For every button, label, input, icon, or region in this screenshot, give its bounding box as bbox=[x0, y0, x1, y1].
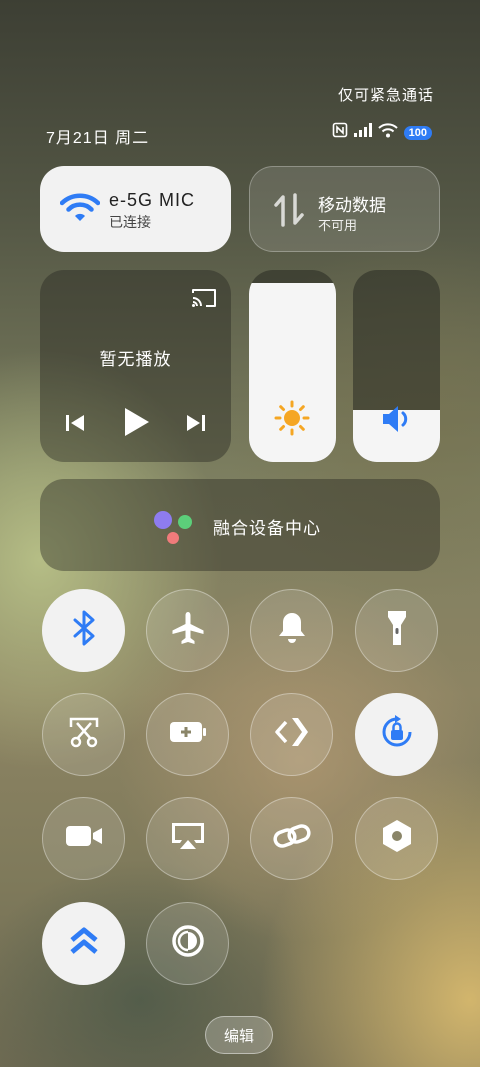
wifi-ssid: e-5G MIC bbox=[109, 190, 196, 210]
status-icons: 100 bbox=[332, 122, 432, 143]
toggle-screen-cast[interactable] bbox=[146, 797, 229, 880]
airplane-icon bbox=[170, 610, 206, 651]
toggle-nearby-share[interactable] bbox=[250, 693, 333, 776]
video-camera-icon bbox=[65, 824, 103, 853]
scissors-icon bbox=[67, 715, 101, 754]
brightness-icon bbox=[274, 400, 310, 441]
toggle-rotation-lock[interactable] bbox=[355, 693, 438, 776]
volume-slider[interactable] bbox=[353, 270, 440, 462]
cast-output-icon[interactable] bbox=[190, 287, 218, 314]
toggle-bluetooth[interactable] bbox=[42, 589, 125, 672]
fusion-device-label: 融合设备中心 bbox=[213, 519, 321, 538]
play-icon[interactable] bbox=[122, 406, 150, 443]
link-icon bbox=[272, 823, 311, 854]
toggle-power-saving[interactable] bbox=[146, 693, 229, 776]
toggle-nfc[interactable] bbox=[355, 797, 438, 880]
wifi-status-icon bbox=[377, 122, 398, 143]
wifi-icon bbox=[59, 192, 101, 229]
rotation-lock-icon bbox=[378, 713, 416, 756]
cast-icon bbox=[170, 821, 206, 856]
signal-icon bbox=[353, 123, 372, 142]
media-player-tile[interactable]: 暂无播放 bbox=[40, 270, 231, 462]
toggle-link[interactable] bbox=[250, 797, 333, 880]
brightness-slider[interactable] bbox=[249, 270, 336, 462]
mobile-data-title: 移动数据 bbox=[318, 196, 386, 215]
toggle-ring-mode[interactable] bbox=[250, 589, 333, 672]
toggle-screen-record[interactable] bbox=[42, 797, 125, 880]
flashlight-icon bbox=[386, 609, 408, 652]
nfc-status-icon bbox=[332, 122, 348, 143]
previous-track-icon[interactable] bbox=[64, 413, 86, 438]
speaker-icon bbox=[381, 404, 413, 439]
wifi-tile[interactable]: e-5G MIC 已连接 bbox=[40, 166, 231, 252]
toggle-airplane-mode[interactable] bbox=[146, 589, 229, 672]
double-chevron-up-icon bbox=[69, 925, 99, 962]
next-track-icon[interactable] bbox=[185, 413, 207, 438]
edit-button[interactable]: 编辑 bbox=[205, 1016, 273, 1054]
toggle-screenshot[interactable] bbox=[42, 693, 125, 776]
toggle-flashlight[interactable] bbox=[355, 589, 438, 672]
contrast-icon bbox=[171, 924, 205, 963]
fusion-device-center-tile[interactable]: 融合设备中心 bbox=[40, 479, 440, 571]
wifi-status: 已连接 bbox=[109, 214, 151, 230]
battery-indicator: 100 bbox=[403, 125, 432, 140]
media-empty-label: 暂无播放 bbox=[99, 350, 172, 369]
battery-plus-icon bbox=[169, 720, 207, 749]
mobile-data-tile[interactable]: 移动数据 不可用 bbox=[249, 166, 440, 252]
toggle-super-speed[interactable] bbox=[42, 902, 125, 985]
mobile-data-icon bbox=[274, 193, 304, 232]
mobile-data-status: 不可用 bbox=[318, 218, 358, 233]
fusion-device-icon bbox=[152, 509, 196, 550]
toggle-eye-comfort[interactable] bbox=[146, 902, 229, 985]
emergency-call-status: 仅可紧急通话 bbox=[337, 87, 434, 104]
bluetooth-icon bbox=[70, 610, 98, 651]
bell-icon bbox=[276, 611, 308, 650]
date-label: 7月21日 周二 bbox=[46, 130, 150, 147]
hexagon-icon bbox=[381, 819, 413, 858]
share-icon bbox=[274, 717, 309, 752]
